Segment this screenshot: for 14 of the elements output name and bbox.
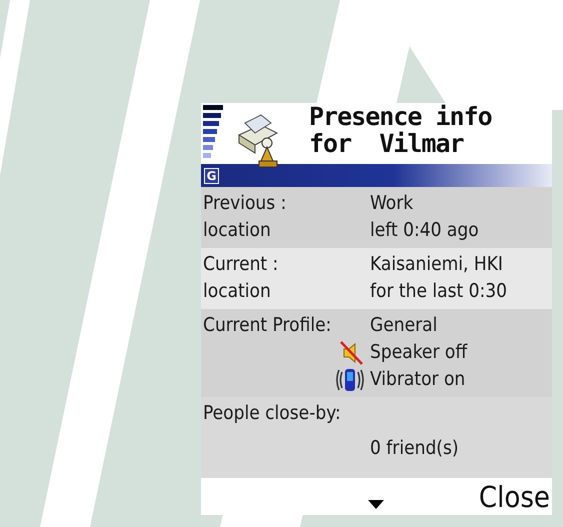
row-label: Current : location [203, 252, 280, 304]
close-softkey[interactable]: Close [478, 480, 550, 514]
row-value: Work left 0:40 ago [370, 191, 480, 243]
row-label: Previous : location [203, 191, 288, 243]
row-value: General [370, 313, 438, 338]
row-value: 0 friend(s) [370, 436, 460, 461]
row-value: Kaisaniemi, HKI for the last 0:30 [370, 252, 508, 304]
setting-text: Vibrator on [370, 367, 466, 392]
row-label: Current Profile: [203, 313, 332, 338]
setting-text: Speaker off [370, 340, 468, 365]
screen-title: Presence info for Vilmar [309, 103, 492, 160]
network-indicator: G [204, 168, 219, 184]
scroll-down-icon [368, 500, 384, 509]
row-label: People close-by: [203, 401, 342, 426]
